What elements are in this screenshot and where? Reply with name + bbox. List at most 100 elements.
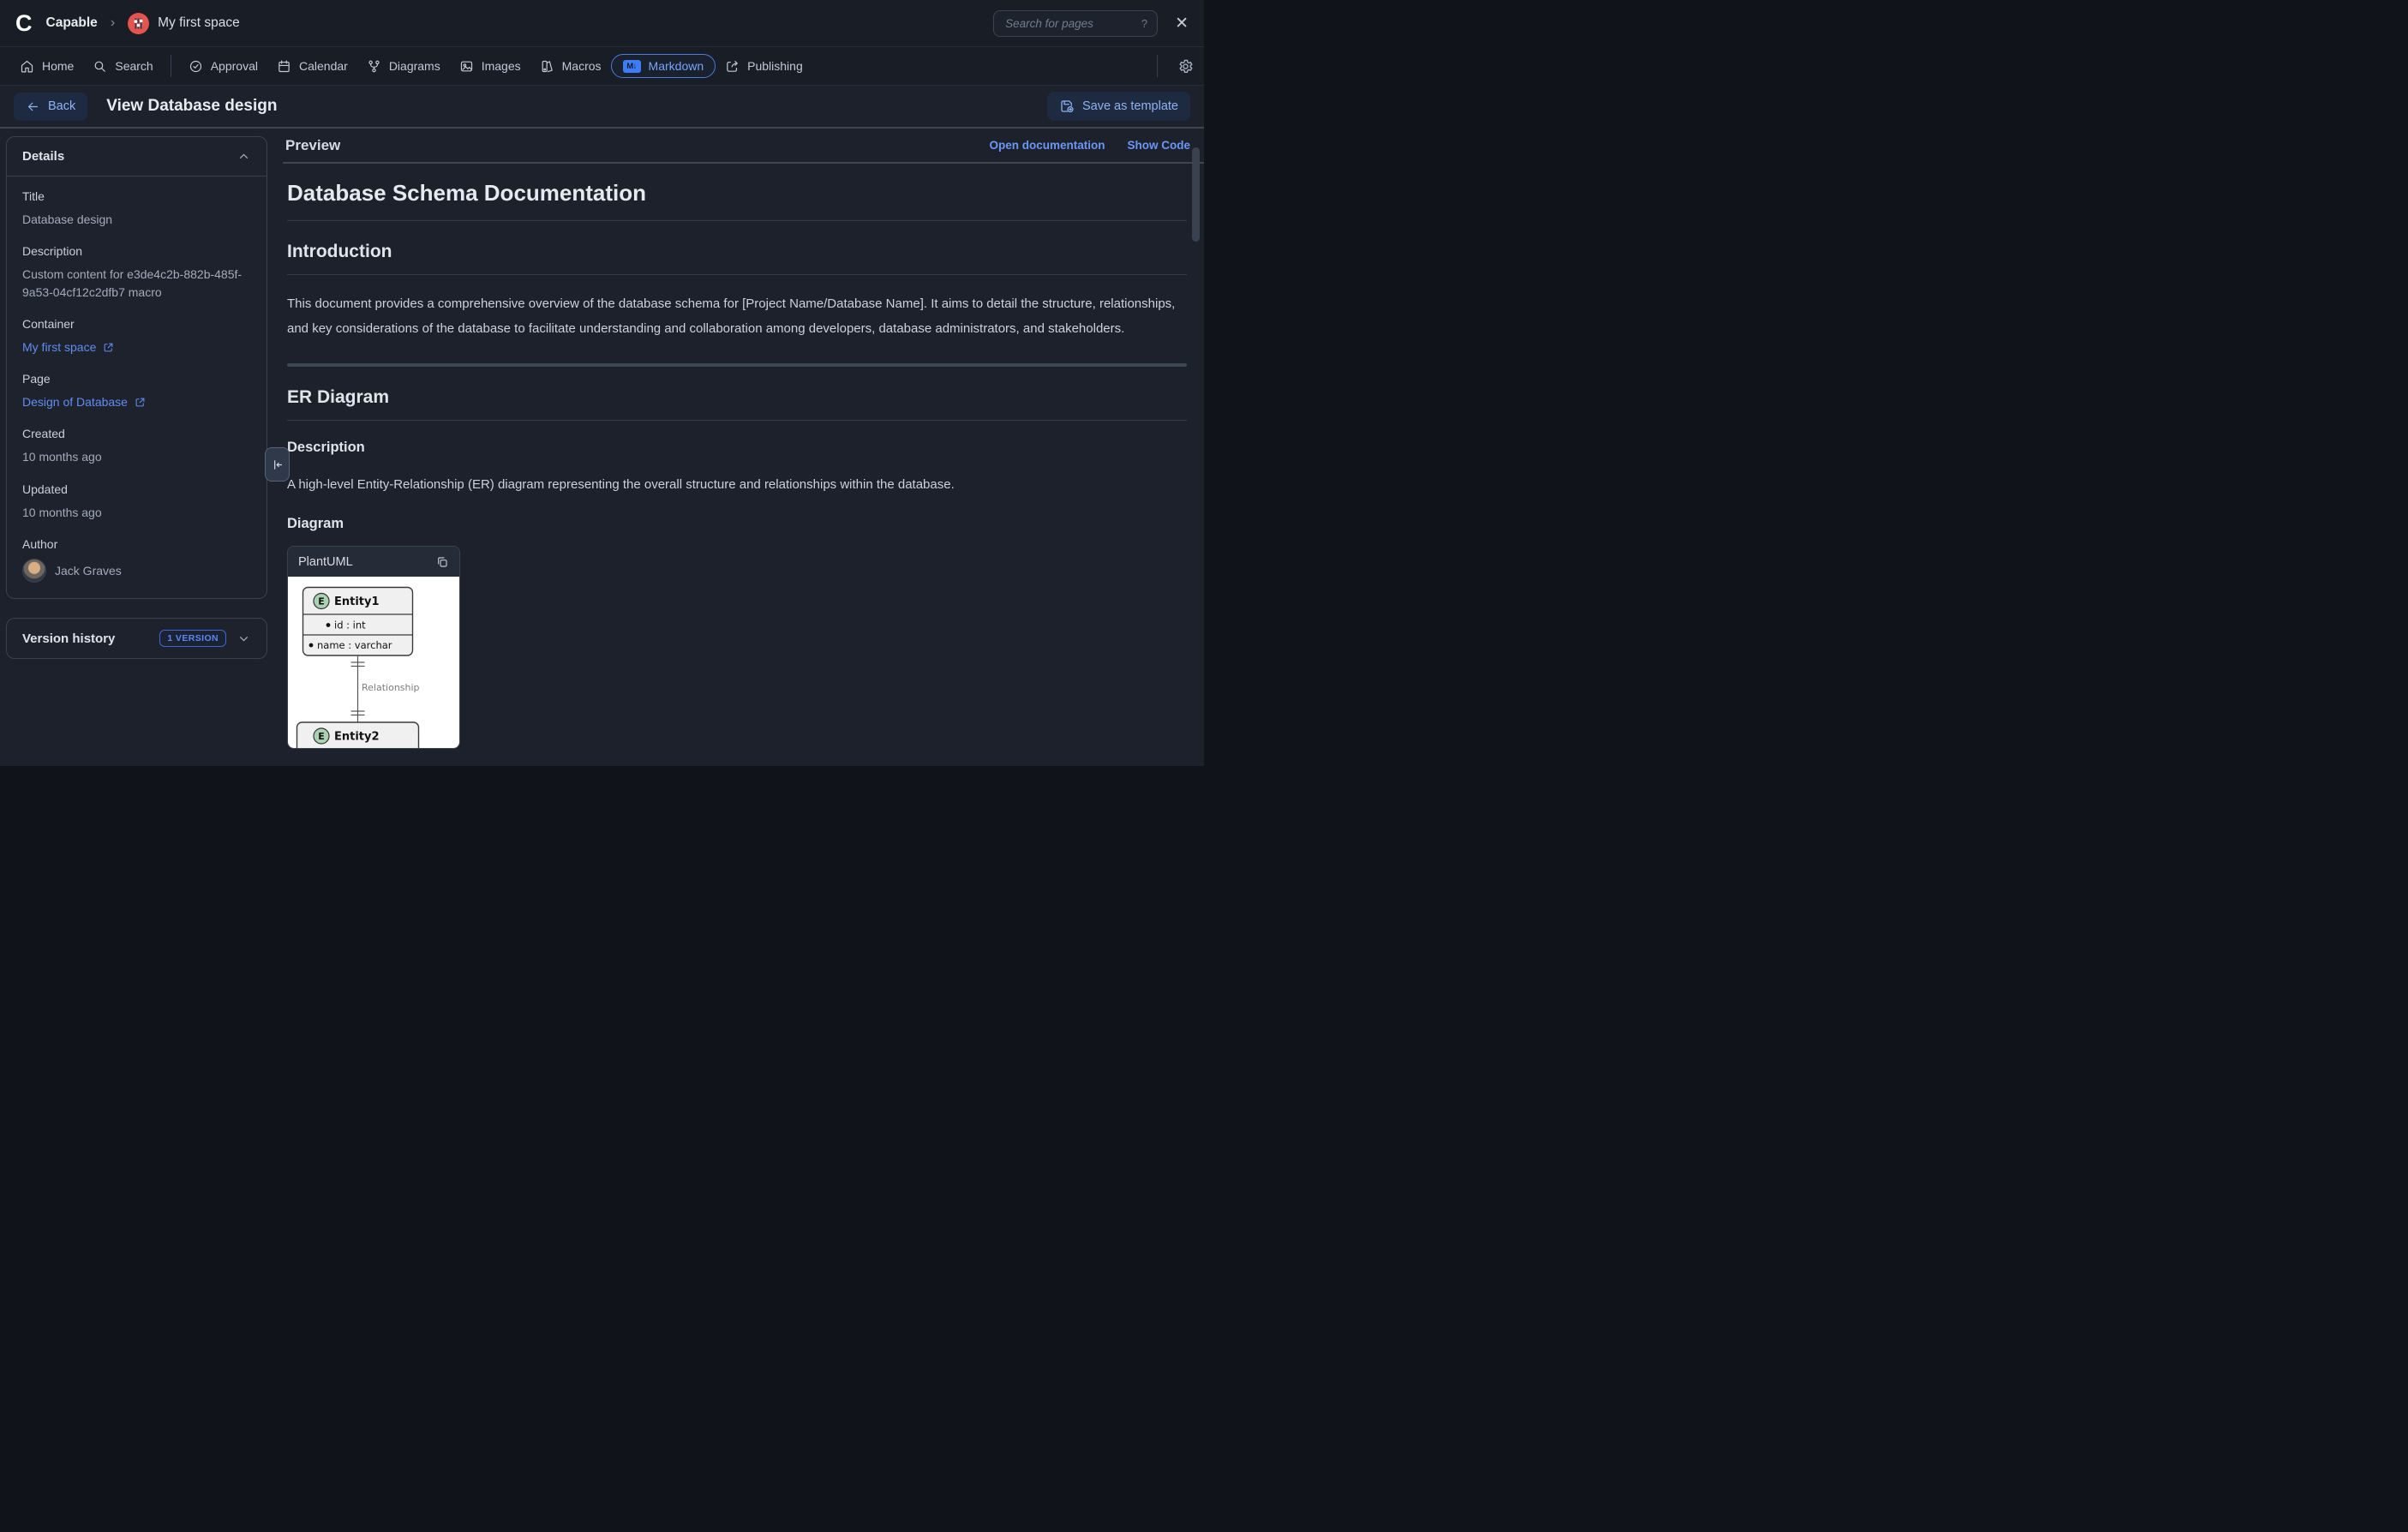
doc-paragraph-introduction: This document provides a comprehensive o… — [287, 291, 1187, 341]
back-label: Back — [48, 99, 75, 113]
external-link-icon — [102, 341, 115, 354]
gear-icon[interactable] — [1177, 58, 1194, 75]
entity1-attr-id: id : int — [334, 619, 366, 631]
nav-label: Publishing — [747, 60, 803, 72]
details-card-header[interactable]: Details — [7, 137, 267, 177]
search-shortcut-hint: ? — [1141, 17, 1147, 30]
author-name: Jack Graves — [55, 564, 122, 577]
field-author: Author Jack Graves — [22, 537, 251, 583]
field-label: Created — [22, 427, 251, 440]
version-history-title: Version history — [22, 631, 149, 646]
external-link-icon — [134, 396, 147, 409]
chevron-up-icon[interactable] — [237, 149, 251, 164]
details-sidebar: Details Title Database design Descriptio… — [6, 136, 267, 659]
check-circle-icon — [189, 59, 203, 74]
version-count-badge: 1 VERSION — [159, 630, 226, 647]
save-as-template-button[interactable]: Save as template — [1047, 92, 1190, 121]
branch-icon — [367, 59, 381, 74]
nav-label: Images — [482, 60, 521, 72]
nav-divider — [1157, 55, 1158, 77]
capable-logo-icon[interactable]: C — [15, 12, 33, 35]
nav-item-images[interactable]: Images — [450, 53, 530, 80]
er-entity2: E Entity2 — [297, 722, 419, 748]
nav-item-markdown[interactable]: M↓ Markdown — [611, 54, 716, 78]
horizontal-rule — [287, 363, 1187, 367]
markdown-icon: M↓ — [623, 60, 641, 73]
field-label: Container — [22, 317, 251, 331]
container-link[interactable]: My first space — [22, 338, 115, 356]
doc-title: Database Schema Documentation — [287, 180, 1187, 221]
show-code-link[interactable]: Show Code — [1128, 139, 1191, 152]
nav-label: Home — [42, 60, 74, 72]
close-icon[interactable]: ✕ — [1175, 15, 1189, 32]
search-icon — [93, 59, 107, 74]
page-link[interactable]: Design of Database — [22, 393, 147, 410]
share-out-icon — [725, 59, 740, 74]
home-icon — [20, 59, 34, 74]
field-created: Created 10 months ago — [22, 427, 251, 465]
calendar-icon — [277, 59, 291, 74]
field-updated: Updated 10 months ago — [22, 482, 251, 521]
nav-item-calendar[interactable]: Calendar — [267, 53, 357, 80]
preview-header: Preview Open documentation Show Code — [283, 129, 1204, 164]
nav-right — [1149, 55, 1194, 77]
swatch-icon — [540, 59, 554, 74]
field-value: Custom content for e3de4c2b-882b-485f-9a… — [22, 266, 251, 301]
back-button[interactable]: Back — [14, 93, 87, 121]
open-documentation-link[interactable]: Open documentation — [990, 139, 1105, 152]
page-link-label: Design of Database — [22, 393, 128, 410]
scrollbar[interactable] — [1192, 147, 1200, 242]
field-value: 10 months ago — [22, 504, 251, 521]
save-as-template-label: Save as template — [1082, 99, 1178, 113]
field-label: Page — [22, 372, 251, 386]
collapse-left-icon — [270, 458, 285, 472]
search-box[interactable]: ? — [993, 10, 1158, 37]
doc-heading-diagram: Diagram — [287, 516, 1187, 532]
page-title: View Database design — [106, 97, 277, 116]
plantuml-card: PlantUML E Entity1 id : int — [287, 546, 460, 749]
entity1-name: Entity1 — [334, 595, 380, 608]
top-bar: C Capable › My first space ? ✕ — [0, 0, 1204, 47]
copy-icon[interactable] — [435, 555, 449, 569]
nav-label: Approval — [211, 60, 258, 72]
er-entity1: E Entity1 id : int name : varchar — [303, 588, 413, 656]
breadcrumb-space[interactable]: My first space — [158, 15, 240, 31]
field-label: Updated — [22, 482, 251, 496]
page-toolbar: Back View Database design Save as templa… — [0, 86, 1204, 129]
arrow-left-icon — [26, 99, 40, 114]
collapse-sidebar-button[interactable] — [265, 447, 290, 482]
entity1-stereotype: E — [318, 596, 325, 607]
preview-title: Preview — [285, 137, 340, 154]
nav-label: Macros — [562, 60, 602, 72]
field-container: Container My first space — [22, 317, 251, 356]
nav-item-publishing[interactable]: Publishing — [716, 53, 812, 80]
doc-heading-introduction: Introduction — [287, 242, 1187, 275]
field-value: Database design — [22, 211, 251, 228]
relationship-label: Relationship — [362, 682, 420, 693]
chevron-down-icon[interactable] — [237, 631, 251, 646]
nav-item-search[interactable]: Search — [83, 53, 162, 80]
nav-item-approval[interactable]: Approval — [179, 53, 267, 80]
nav-label: Search — [115, 60, 153, 72]
entity1-attr-name: name : varchar — [317, 639, 392, 651]
field-description: Description Custom content for e3de4c2b-… — [22, 244, 251, 301]
breadcrumb-app[interactable]: Capable — [46, 15, 98, 31]
nav-item-macros[interactable]: Macros — [530, 53, 611, 80]
breadcrumb-separator-icon: › — [111, 15, 115, 31]
search-input[interactable] — [1003, 16, 1135, 31]
entity2-stereotype: E — [318, 731, 325, 742]
entity2-name: Entity2 — [334, 731, 380, 744]
nav-label: Markdown — [649, 60, 704, 72]
nav-item-home[interactable]: Home — [10, 53, 83, 80]
details-fields: Title Database design Description Custom… — [7, 177, 267, 598]
app-window: C Capable › My first space ? ✕ Home — [0, 0, 1204, 766]
nav-bar: Home Search Approval Calendar Diagrams I… — [0, 47, 1204, 86]
field-title: Title Database design — [22, 189, 251, 228]
topbar-right: ? ✕ — [993, 10, 1189, 37]
plantuml-diagram: E Entity1 id : int name : varchar — [288, 577, 459, 748]
field-label: Author — [22, 537, 251, 551]
author-avatar — [22, 559, 46, 583]
field-page: Page Design of Database — [22, 372, 251, 410]
nav-item-diagrams[interactable]: Diagrams — [357, 53, 450, 80]
version-history-card[interactable]: Version history 1 VERSION — [6, 618, 267, 659]
